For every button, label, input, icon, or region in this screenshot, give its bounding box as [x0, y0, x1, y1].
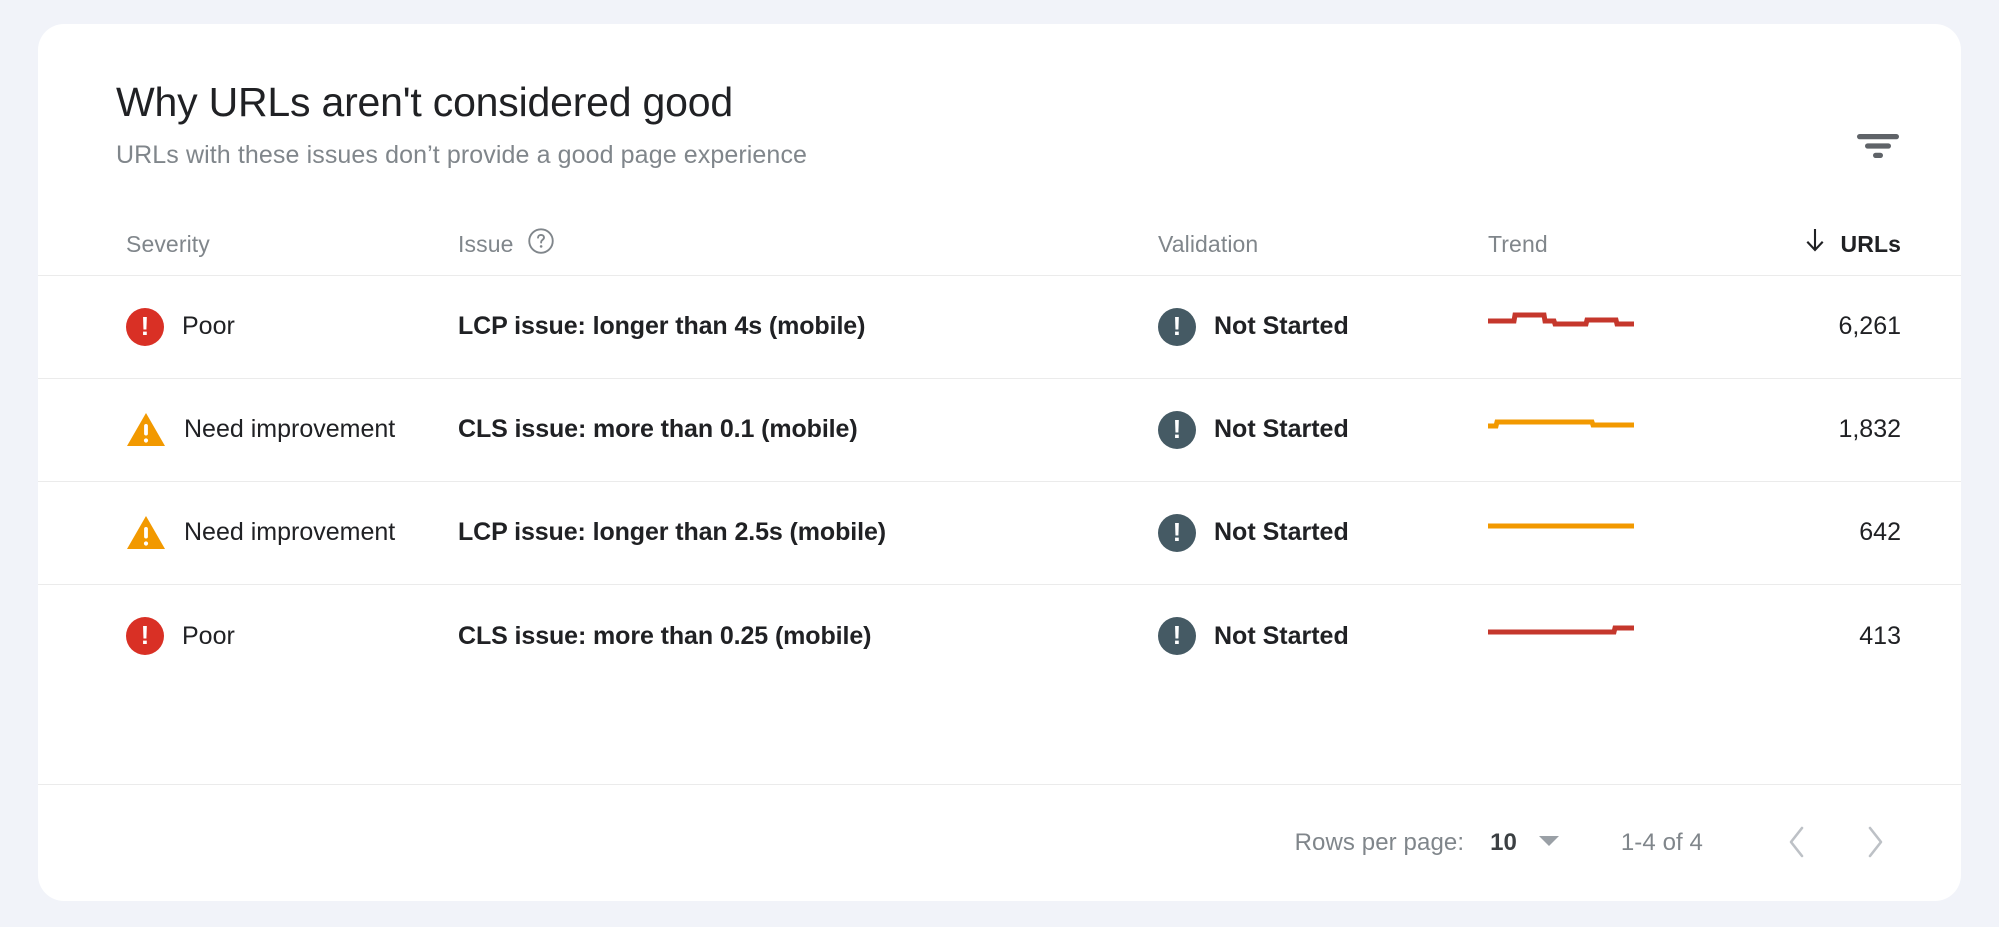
- table-body: ! Poor LCP issue: longer than 4s (mobile…: [38, 275, 1961, 687]
- urls-value: 1,832: [1838, 415, 1901, 444]
- cell-issue: CLS issue: more than 0.1 (mobile): [458, 378, 1158, 481]
- page-subtitle: URLs with these issues don’t provide a g…: [116, 141, 808, 170]
- column-header-issue[interactable]: Issue: [458, 213, 1158, 275]
- chevron-down-icon: [1537, 833, 1561, 854]
- severity-label: Poor: [182, 312, 235, 341]
- validation-label: Not Started: [1214, 312, 1349, 341]
- cell-issue: CLS issue: more than 0.25 (mobile): [458, 584, 1158, 687]
- cell-trend: [1488, 481, 1718, 584]
- cell-urls: 413: [1718, 584, 1961, 687]
- cell-severity: ! Poor: [38, 275, 458, 378]
- urls-value: 6,261: [1838, 312, 1901, 341]
- table-footer: Rows per page: 10 1-4 of 4: [38, 784, 1961, 901]
- column-header-severity[interactable]: Severity: [38, 213, 458, 275]
- cell-severity: Need improvement: [38, 378, 458, 481]
- trend-sparkline: [1488, 514, 1718, 551]
- cell-trend: [1488, 275, 1718, 378]
- column-header-trend[interactable]: Trend: [1488, 213, 1718, 275]
- chevron-left-icon: [1784, 825, 1810, 862]
- filter-button[interactable]: [1847, 116, 1909, 178]
- issue-label[interactable]: LCP issue: longer than 2.5s (mobile): [458, 518, 886, 546]
- cell-validation: ! Not Started: [1158, 584, 1488, 687]
- rows-per-page-label: Rows per page:: [1294, 829, 1465, 856]
- table-header-row: Severity Issue Validation Trend URLs: [38, 213, 1961, 275]
- cell-issue: LCP issue: longer than 4s (mobile): [458, 275, 1158, 378]
- error-circle-icon: !: [126, 617, 164, 656]
- issues-table: Severity Issue Validation Trend URLs ! P…: [38, 213, 1961, 687]
- issues-card: Why URLs aren't considered good URLs wit…: [38, 24, 1961, 901]
- cell-validation: ! Not Started: [1158, 378, 1488, 481]
- severity-label: Poor: [182, 621, 235, 650]
- table-row[interactable]: ! Poor CLS issue: more than 0.25 (mobile…: [38, 584, 1961, 687]
- cell-urls: 1,832: [1718, 378, 1961, 481]
- trend-sparkline: [1488, 411, 1718, 448]
- pagination-range: 1-4 of 4: [1620, 829, 1703, 856]
- table-row[interactable]: Need improvement LCP issue: longer than …: [38, 481, 1961, 584]
- trend-sparkline: [1488, 308, 1718, 345]
- validation-label: Not Started: [1214, 621, 1349, 650]
- info-circle-icon: !: [1158, 617, 1196, 656]
- cell-urls: 642: [1718, 481, 1961, 584]
- cell-trend: [1488, 378, 1718, 481]
- chevron-right-icon: [1862, 825, 1888, 862]
- table-row[interactable]: Need improvement CLS issue: more than 0.…: [38, 378, 1961, 481]
- table-head: Severity Issue Validation Trend URLs: [38, 213, 1961, 275]
- cell-urls: 6,261: [1718, 275, 1961, 378]
- issue-label[interactable]: LCP issue: longer than 4s (mobile): [458, 312, 865, 340]
- cell-issue: LCP issue: longer than 2.5s (mobile): [458, 481, 1158, 584]
- severity-label: Need improvement: [184, 415, 396, 444]
- urls-value: 642: [1859, 518, 1901, 547]
- cell-validation: ! Not Started: [1158, 275, 1488, 378]
- column-header-issue-label: Issue: [458, 230, 514, 257]
- info-circle-icon: !: [1158, 513, 1196, 552]
- cell-trend: [1488, 584, 1718, 687]
- column-header-urls-label: URLs: [1840, 230, 1901, 257]
- cell-validation: ! Not Started: [1158, 481, 1488, 584]
- info-circle-icon: !: [1158, 307, 1196, 346]
- rows-per-page-value: 10: [1490, 829, 1517, 856]
- cell-severity: Need improvement: [38, 481, 458, 584]
- next-page-button[interactable]: [1843, 811, 1907, 875]
- error-circle-icon: !: [126, 307, 164, 346]
- column-header-validation[interactable]: Validation: [1158, 213, 1488, 275]
- table-row[interactable]: ! Poor LCP issue: longer than 4s (mobile…: [38, 275, 1961, 378]
- help-circle-icon[interactable]: [526, 226, 556, 262]
- warning-triangle-icon: [126, 514, 166, 552]
- filter-icon: [1856, 131, 1900, 164]
- trend-sparkline: [1488, 618, 1718, 655]
- rows-per-page-select[interactable]: 10: [1490, 829, 1561, 857]
- issue-label[interactable]: CLS issue: more than 0.25 (mobile): [458, 622, 871, 650]
- validation-label: Not Started: [1214, 415, 1349, 444]
- validation-label: Not Started: [1214, 518, 1349, 547]
- info-circle-icon: !: [1158, 410, 1196, 449]
- previous-page-button[interactable]: [1765, 811, 1829, 875]
- page-title: Why URLs aren't considered good: [116, 79, 733, 125]
- urls-value: 413: [1859, 621, 1901, 650]
- card-header: Why URLs aren't considered good URLs wit…: [38, 24, 1961, 170]
- arrow-down-icon: [1803, 228, 1827, 260]
- column-header-urls[interactable]: URLs: [1718, 213, 1961, 275]
- severity-label: Need improvement: [184, 518, 396, 547]
- warning-triangle-icon: [126, 411, 166, 449]
- cell-severity: ! Poor: [38, 584, 458, 687]
- issue-label[interactable]: CLS issue: more than 0.1 (mobile): [458, 415, 858, 443]
